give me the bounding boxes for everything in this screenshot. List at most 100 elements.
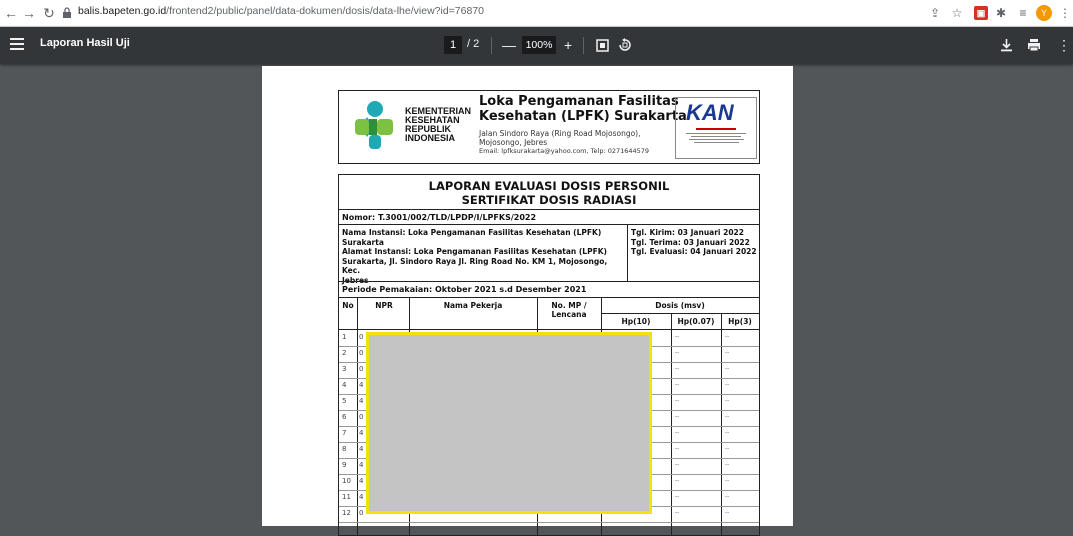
hp007-value: -- (675, 477, 680, 484)
report-title-line: SERTIFIKAT DOSIS RADIASI (461, 193, 637, 207)
row-number: 1 (342, 333, 347, 341)
address-line: Mojosongo, Jebres (479, 138, 548, 147)
browser-menu-icon[interactable]: ⋮ (1056, 4, 1073, 22)
download-icon[interactable] (1000, 38, 1013, 52)
divider (339, 224, 759, 225)
row-number: 11 (342, 493, 351, 501)
row-number: 7 (342, 429, 347, 437)
ministry-name: KEMENTERIAN KESEHATAN REPUBLIK INDONESIA (405, 107, 471, 143)
col-header-mp-line: No. MP / (551, 301, 587, 310)
ministry-of-health-logo (355, 101, 393, 149)
hp3-value: -- (725, 397, 730, 404)
row-number: 8 (342, 445, 347, 453)
hp007-value: -- (675, 493, 680, 500)
row-divider (339, 522, 759, 523)
date-received: Tgl. Terima: 03 Januari 2022 (631, 237, 750, 247)
url-text: balis.bapeten.go.id/frontend2/public/pan… (78, 5, 484, 17)
reload-icon[interactable]: ↻ (40, 4, 58, 22)
forward-icon[interactable]: → (20, 4, 38, 22)
lock-icon (63, 7, 71, 18)
share-icon[interactable]: ⇪ (926, 4, 944, 22)
organization-name-line: Kesehatan (LPFK) Surakarta (479, 109, 687, 124)
hp3-value: -- (725, 349, 730, 356)
back-icon[interactable]: ← (2, 4, 20, 22)
row-npr: 4 (359, 477, 364, 485)
col-header-hp007: Hp(0.07) (677, 317, 715, 326)
col-header-hp3: Hp(3) (728, 317, 752, 326)
hp007-value: -- (675, 349, 680, 356)
hp3-value: -- (725, 413, 730, 420)
letterhead: KEMENTERIAN KESEHATAN REPUBLIK INDONESIA… (338, 90, 760, 164)
col-header-no: No (342, 301, 354, 310)
col-header-hp10: Hp(10) (621, 317, 651, 326)
hp007-value: -- (675, 509, 680, 516)
divider (491, 37, 492, 54)
hp007-value: -- (675, 381, 680, 388)
hp3-value: -- (725, 477, 730, 484)
url-path: /frontend2/public/panel/data-dokumen/dos… (166, 5, 485, 17)
report-title-line: LAPORAN EVALUASI DOSIS PERSONIL (428, 179, 670, 193)
institution-line: Surakarta (342, 237, 384, 247)
hp3-value: -- (725, 333, 730, 340)
date-evaluated: Tgl. Evaluasi: 04 Januari 2022 (631, 247, 757, 256)
document-title: Laporan Hasil Uji (40, 37, 130, 49)
usage-period: Periode Pemakaian: Oktober 2021 s.d Dese… (342, 285, 587, 294)
fit-page-icon[interactable] (596, 39, 609, 52)
bookmark-star-icon[interactable]: ☆ (948, 4, 966, 22)
address-line: Jalan Sindoro Raya (Ring Road Mojosongo)… (479, 129, 641, 138)
browser-address-bar: ← → ↻ balis.bapeten.go.id/frontend2/publ… (0, 0, 1073, 27)
zoom-in-button[interactable]: + (564, 36, 572, 54)
row-number: 10 (342, 477, 351, 485)
hp007-value: -- (675, 365, 680, 372)
page-number-input[interactable]: 1 (444, 36, 462, 54)
col-header-name: Nama Pekerja (443, 301, 503, 310)
hp3-value: -- (725, 381, 730, 388)
contact-line: Email: lpfksurakarta@yahoo.com, Telp: 02… (479, 147, 650, 155)
reading-list-icon[interactable]: ≡ (1014, 4, 1032, 22)
divider (583, 37, 584, 54)
extension-icon[interactable]: ▣ (974, 6, 988, 20)
hp3-value: -- (725, 461, 730, 468)
row-number: 2 (342, 349, 347, 357)
row-number: 3 (342, 365, 347, 373)
col-header-mp-line: Lencana (551, 310, 587, 319)
ministry-line: INDONESIA (405, 133, 456, 143)
hp007-value: -- (675, 445, 680, 452)
hp3-value: -- (725, 493, 730, 500)
report-title: LAPORAN EVALUASI DOSIS PERSONIL SERTIFIK… (339, 179, 759, 207)
more-actions-icon[interactable]: ⋮ (1057, 36, 1071, 54)
row-npr: 4 (359, 381, 364, 389)
divider (339, 329, 759, 330)
date-sent: Tgl. Kirim: 03 Januari 2022 (631, 228, 744, 237)
row-npr: 4 (359, 461, 364, 469)
profile-avatar[interactable]: Y (1036, 5, 1052, 21)
row-npr: 0 (359, 349, 364, 357)
redaction-overlay (366, 332, 652, 514)
menu-icon[interactable] (10, 38, 24, 52)
url-bar[interactable]: balis.bapeten.go.id/frontend2/public/pan… (62, 4, 912, 22)
divider (339, 281, 759, 282)
hp007-value: -- (675, 333, 680, 340)
hp007-value: -- (675, 429, 680, 436)
divider (339, 297, 759, 298)
organization-name: Loka Pengamanan Fasilitas Kesehatan (LPF… (479, 94, 687, 124)
hp007-value: -- (675, 413, 680, 420)
organization-name-line: Loka Pengamanan Fasilitas (479, 94, 679, 109)
row-number: 9 (342, 461, 347, 469)
institution-info: Nama Instansi: Loka Pengamanan Fasilitas… (342, 228, 626, 285)
zoom-level-input[interactable]: 100% (522, 36, 556, 54)
extensions-puzzle-icon[interactable]: ✱ (992, 4, 1010, 22)
divider (357, 297, 358, 535)
report-number: Nomor: T.3001/002/TLD/LPDP/I/LPFKS/2022 (342, 213, 537, 222)
row-npr: 4 (359, 493, 364, 501)
zoom-out-button[interactable]: — (502, 36, 516, 54)
print-icon[interactable] (1027, 38, 1041, 52)
hp3-value: -- (725, 509, 730, 516)
date-info: Tgl. Kirim: 03 Januari 2022 Tgl. Terima:… (631, 228, 757, 257)
rotate-icon[interactable] (618, 38, 632, 52)
institution-line: Nama Instansi: Loka Pengamanan Fasilitas… (342, 228, 602, 237)
kan-details (680, 128, 752, 145)
divider (627, 224, 628, 281)
address-line: Surakarta, Jl. Sindoro Raya Jl. Ring Roa… (342, 256, 608, 276)
row-number: 4 (342, 381, 347, 389)
